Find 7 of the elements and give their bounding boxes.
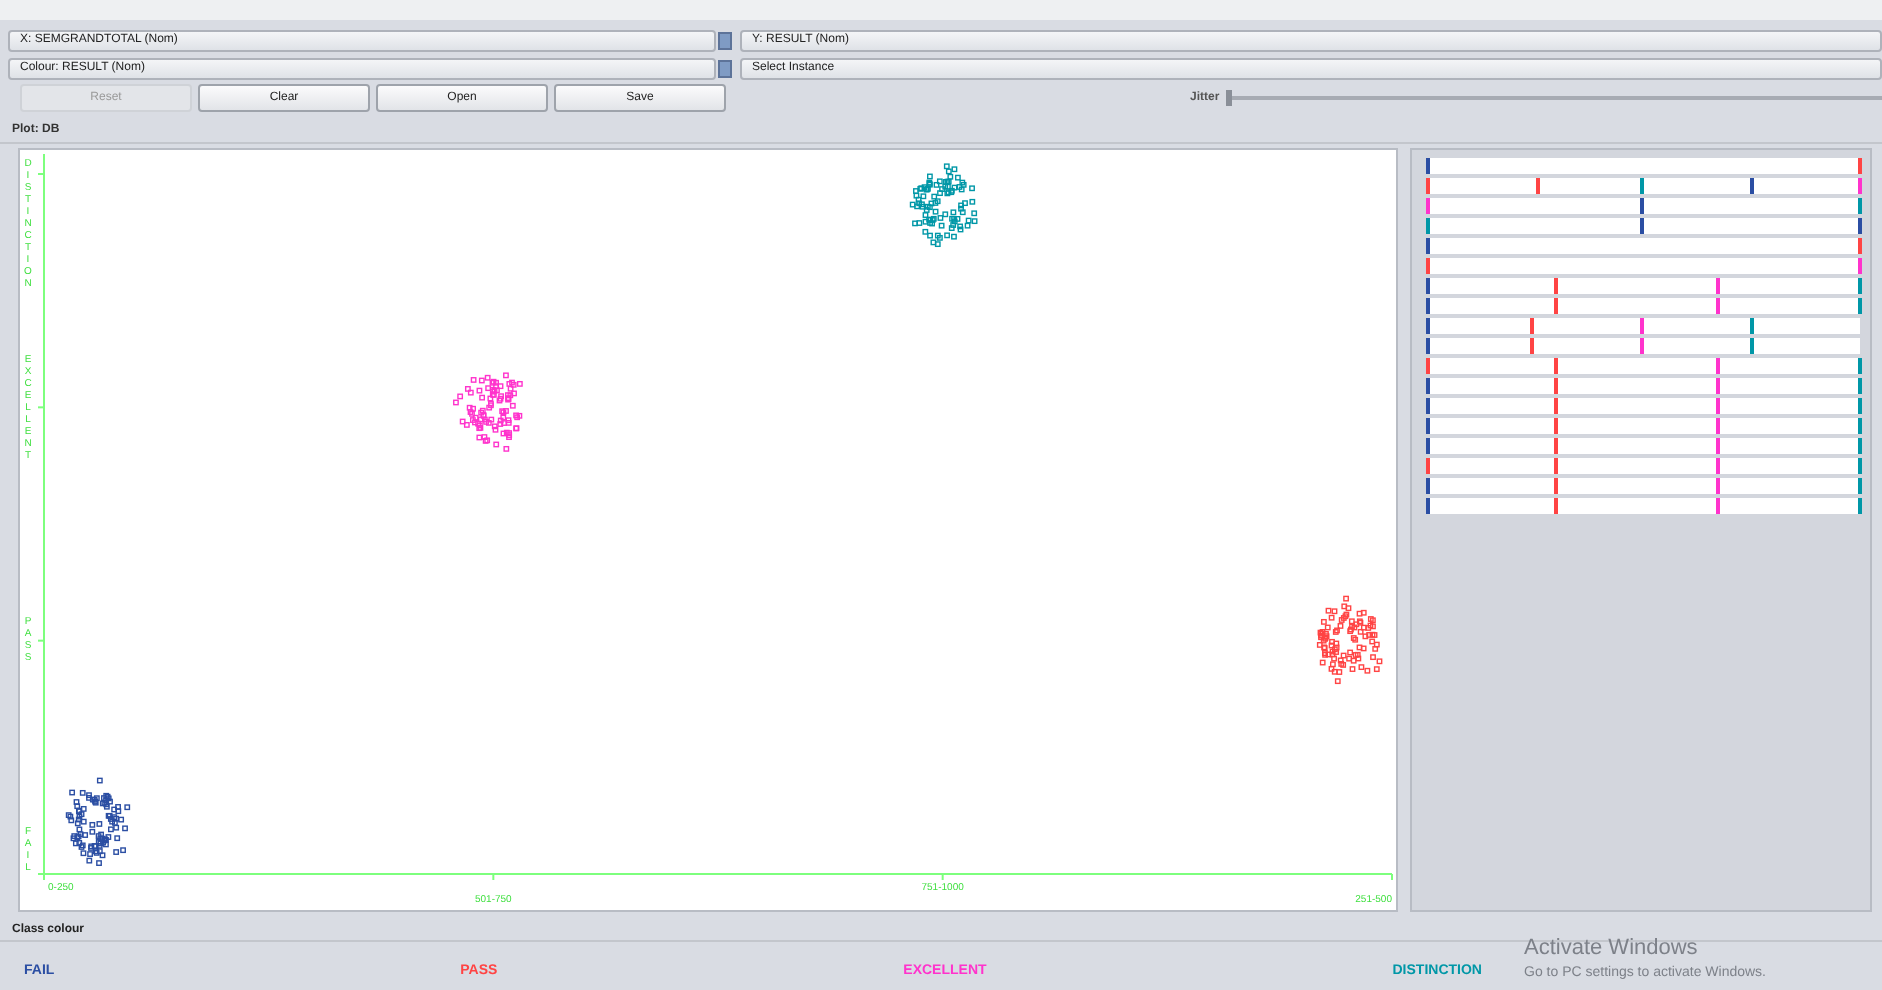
attribute-bars-drawing[interactable] xyxy=(1420,156,1868,516)
data-point-cluster xyxy=(65,777,131,866)
activation-title: Activate Windows xyxy=(1524,936,1700,960)
slider-thumb[interactable] xyxy=(1225,90,1232,106)
data-point-cluster xyxy=(453,372,523,452)
data-point-cluster xyxy=(1316,595,1383,685)
data-point-cluster xyxy=(909,163,978,248)
